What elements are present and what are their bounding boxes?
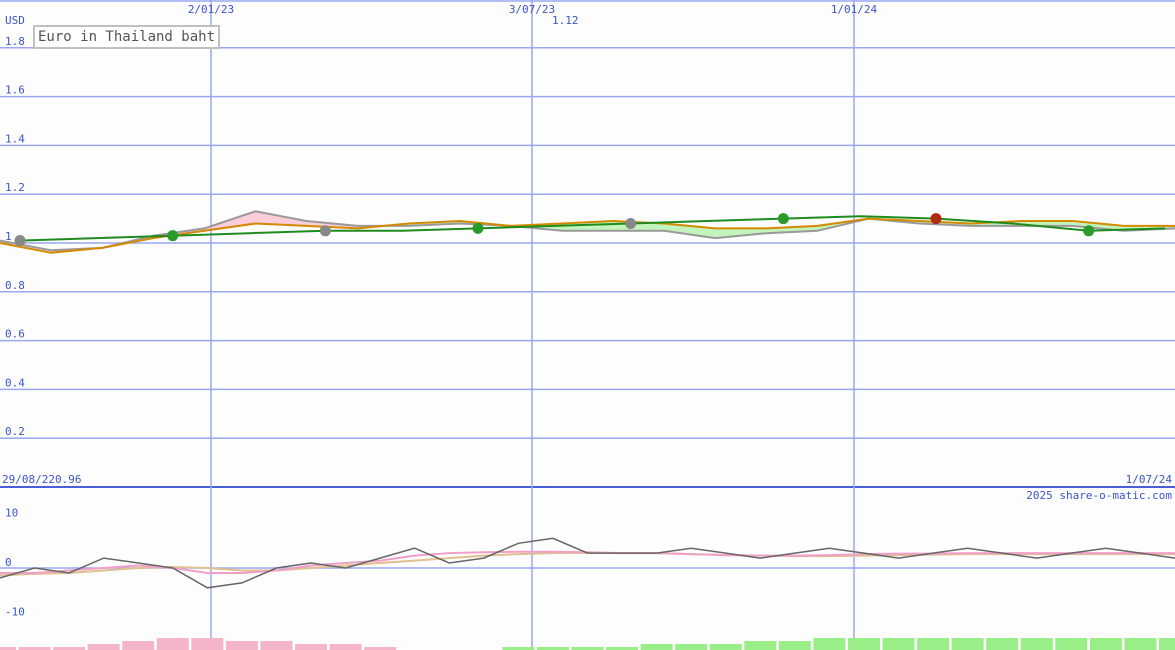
series-lines (0, 210, 1175, 589)
trend-marker (167, 230, 179, 242)
histogram-bar (295, 644, 328, 650)
x-tick-label: 2/01/23 (188, 3, 234, 16)
histogram-bar (847, 638, 880, 650)
end-date-label: 1/07/24 (1126, 473, 1173, 486)
start-date-label: 29/08/22 (2, 473, 55, 486)
y-tick-label: 0.4 (5, 376, 25, 389)
trend-marker (14, 235, 26, 247)
y-tick-label: 0.8 (5, 279, 25, 292)
start-value-label: 0.96 (55, 473, 82, 486)
osc-y-tick-label: -10 (5, 606, 25, 619)
y-tick-label: 1.6 (5, 84, 25, 97)
trend-marker (777, 213, 789, 225)
y-tick-label: 1 (5, 230, 12, 243)
histogram-bar (986, 638, 1019, 650)
osc-y-tick-label: 0 (5, 556, 12, 569)
osc-line-tan (0, 551, 1175, 577)
peak-value-label: 1.12 (552, 14, 579, 27)
histogram-bar (1020, 638, 1053, 650)
chart-canvas: 1.8 1.6 1.4 1.2 1 0.8 0.6 0.4 0.2 USD 2/01/23 3/07/… (0, 0, 1175, 650)
histogram-bar (122, 641, 155, 650)
histogram-bar (191, 638, 224, 650)
osc-y-tick-label: 10 (5, 507, 18, 520)
histogram-bar (1124, 638, 1157, 650)
y-tick-label: 0.2 (5, 425, 25, 438)
y-tick-label: 1.2 (5, 181, 25, 194)
y-tick-label: 0.6 (5, 328, 25, 341)
histogram-bar (951, 638, 984, 650)
y-tick-label: 1.4 (5, 132, 25, 145)
histogram-bar (156, 638, 189, 650)
histogram-bar (709, 644, 742, 650)
trend-marker (625, 217, 637, 229)
histogram-bar (813, 638, 846, 650)
y-axis-label: USD (5, 14, 25, 27)
histogram-bar (1089, 638, 1122, 650)
x-tick-label: 1/01/24 (831, 3, 878, 16)
histogram-bar (329, 644, 362, 650)
y-tick-label: 1.8 (5, 35, 25, 48)
trend-marker (319, 225, 331, 237)
x-tick-label: 3/07/23 (509, 3, 555, 16)
histogram-bar (882, 638, 915, 650)
histogram-bar (1055, 638, 1088, 650)
histogram-bar (744, 641, 777, 650)
histogram-bar (778, 641, 811, 650)
trend-marker (1083, 225, 1095, 237)
histogram-bar (640, 644, 673, 650)
watermark: 2025 share-o-matic.com (1026, 489, 1172, 502)
histogram-bar (1159, 638, 1175, 650)
histogram-bar (225, 641, 258, 650)
histogram-bar (917, 638, 950, 650)
trend-marker (472, 222, 484, 234)
histogram-bar (260, 641, 293, 650)
axis-labels: 1.8 1.6 1.4 1.2 1 0.8 0.6 0.4 0.2 USD 2/01/23 3/07/… (2, 3, 1172, 619)
histogram-bar (675, 644, 708, 650)
histogram-bar (87, 644, 120, 650)
fill-areas (0, 211, 1175, 650)
series-line-grey (0, 210, 1175, 252)
chart-title: Euro in Thailand baht (33, 25, 221, 49)
osc-line-grey (0, 537, 1175, 589)
trend-marker (930, 213, 942, 225)
